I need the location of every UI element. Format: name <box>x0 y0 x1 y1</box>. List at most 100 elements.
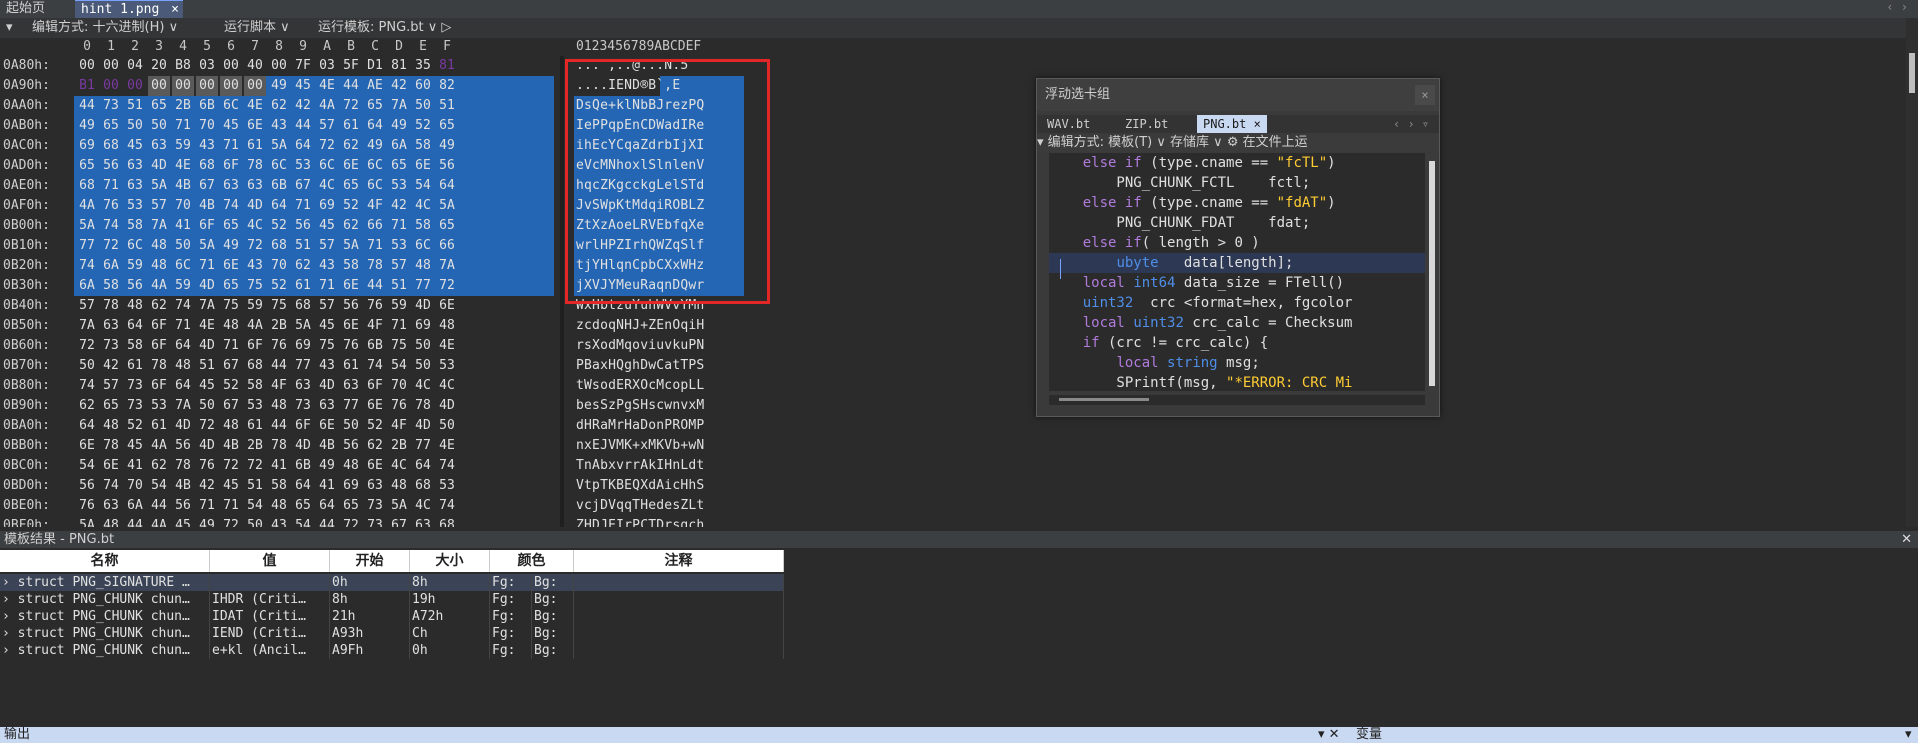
hex-byte[interactable]: 71 <box>220 496 242 516</box>
hex-byte[interactable]: 51 <box>196 356 218 376</box>
code-horizontal-scrollbar[interactable] <box>1049 395 1425 405</box>
hex-byte[interactable]: 5A <box>76 216 98 236</box>
hex-byte[interactable]: 54 <box>244 496 266 516</box>
ascii-text[interactable]: vcjDVqqTHedesZLt <box>576 496 704 516</box>
hex-byte[interactable]: 63 <box>244 176 266 196</box>
code-line[interactable]: uint32 crc <format=hex, fgcolor <box>1049 293 1425 313</box>
hex-byte[interactable]: D1 <box>364 56 386 76</box>
hex-byte[interactable]: 2B <box>172 96 194 116</box>
code-line[interactable]: local string msg; <box>1049 353 1425 373</box>
hex-byte[interactable]: 59 <box>244 296 266 316</box>
hex-byte[interactable]: 52 <box>364 416 386 436</box>
hex-byte[interactable]: 77 <box>76 236 98 256</box>
hex-byte[interactable]: 63 <box>364 476 386 496</box>
hex-byte[interactable]: 41 <box>316 476 338 496</box>
hex-byte[interactable]: 50 <box>124 116 146 136</box>
hex-byte[interactable]: 75 <box>388 336 410 356</box>
hex-byte[interactable]: 4C <box>316 176 338 196</box>
hex-row[interactable]: 0BC0h: 54 6E 41 62 78 76 72 72 41 6B 49 48 6E 4C 64 74 Tn… <box>0 456 760 476</box>
hex-byte[interactable]: 78 <box>100 296 122 316</box>
hex-byte[interactable]: 58 <box>124 216 146 236</box>
hex-byte[interactable]: 74 <box>172 296 194 316</box>
hex-byte[interactable]: 54 <box>76 456 98 476</box>
hex-byte[interactable]: 71 <box>220 336 242 356</box>
hex-byte[interactable]: 48 <box>412 256 434 276</box>
hex-byte[interactable]: 53 <box>436 356 458 376</box>
hex-byte[interactable]: 6E <box>364 456 386 476</box>
hex-byte[interactable]: 52 <box>220 376 242 396</box>
hex-byte[interactable]: 76 <box>100 196 122 216</box>
hex-byte[interactable]: 44 <box>292 116 314 136</box>
hex-byte[interactable]: 63 <box>316 396 338 416</box>
hex-byte[interactable]: 6C <box>412 236 434 256</box>
hex-byte[interactable]: 4C <box>436 376 458 396</box>
hex-byte[interactable]: 4D <box>148 156 170 176</box>
hex-byte[interactable]: 62 <box>148 296 170 316</box>
hex-byte[interactable]: 00 <box>220 56 242 76</box>
hex-byte[interactable]: 44 <box>268 356 290 376</box>
hex-byte[interactable]: 74 <box>436 456 458 476</box>
code-line[interactable]: PNG_CHUNK_FCTL fctl; <box>1049 173 1425 193</box>
hex-byte[interactable]: 77 <box>292 356 314 376</box>
hex-byte[interactable]: 56 <box>100 156 122 176</box>
hex-byte[interactable]: 64 <box>436 176 458 196</box>
hex-byte[interactable]: 4D <box>316 376 338 396</box>
hex-byte[interactable]: 45 <box>220 116 242 136</box>
hex-byte[interactable]: 65 <box>148 96 170 116</box>
hex-byte[interactable]: 78 <box>100 436 122 456</box>
hex-byte[interactable]: 65 <box>76 156 98 176</box>
hex-byte[interactable]: 45 <box>292 76 314 96</box>
hex-byte[interactable]: 53 <box>292 156 314 176</box>
hex-byte[interactable]: 41 <box>124 456 146 476</box>
hex-byte[interactable]: 48 <box>268 496 290 516</box>
hex-byte[interactable]: 73 <box>124 376 146 396</box>
hex-byte[interactable]: 4D <box>412 296 434 316</box>
hex-byte[interactable]: 65 <box>388 156 410 176</box>
hex-byte[interactable]: 50 <box>412 96 434 116</box>
tab-wav-bt[interactable]: WAV.bt <box>1041 115 1096 133</box>
scrollbar-thumb[interactable] <box>1909 53 1915 93</box>
hex-byte[interactable]: 4C <box>412 376 434 396</box>
hex-byte[interactable]: 68 <box>100 136 122 156</box>
hex-byte[interactable]: 49 <box>316 456 338 476</box>
hex-byte[interactable]: 48 <box>124 296 146 316</box>
result-row[interactable]: › struct PNG_CHUNK chun… IEND (Criti… A93h… <box>0 625 784 642</box>
hex-byte[interactable]: 4E <box>436 336 458 356</box>
hex-byte[interactable]: 57 <box>388 256 410 276</box>
hex-byte[interactable]: 4E <box>196 316 218 336</box>
hex-byte[interactable]: 71 <box>220 136 242 156</box>
hex-row[interactable]: 0BB0h: 6E 78 45 4A 56 4D 4B 2B 78 4D 4B 56 62 2B 77 4E nx… <box>0 436 760 456</box>
hex-byte[interactable]: 45 <box>124 436 146 456</box>
hex-byte[interactable]: 77 <box>340 396 362 416</box>
hex-byte[interactable]: 62 <box>148 456 170 476</box>
hex-byte[interactable]: 73 <box>364 496 386 516</box>
hex-byte[interactable]: 48 <box>172 356 194 376</box>
hex-byte[interactable]: 65 <box>100 116 122 136</box>
hex-byte[interactable]: 00 <box>196 76 218 96</box>
hex-byte[interactable]: 51 <box>292 236 314 256</box>
hex-byte[interactable]: 6E <box>316 416 338 436</box>
hex-byte[interactable]: 62 <box>364 436 386 456</box>
hex-byte[interactable]: 70 <box>124 476 146 496</box>
hex-byte[interactable]: 78 <box>268 436 290 456</box>
hex-byte[interactable]: 77 <box>412 436 434 456</box>
vertical-scrollbar[interactable] <box>1906 18 1918 527</box>
hex-byte[interactable]: 6F <box>148 316 170 336</box>
hex-byte[interactable]: 74 <box>76 256 98 276</box>
hex-byte[interactable]: 4B <box>172 176 194 196</box>
hex-byte[interactable]: 44 <box>124 516 146 527</box>
hex-byte[interactable]: 53 <box>244 396 266 416</box>
code-line[interactable]: else if (type.cname == "fdAT") <box>1049 193 1425 213</box>
hex-byte[interactable]: 58 <box>412 136 434 156</box>
hex-byte[interactable]: 67 <box>196 176 218 196</box>
hex-byte[interactable]: 72 <box>76 336 98 356</box>
hex-row[interactable]: 0BA0h: 64 48 52 61 4D 72 48 61 44 6F 6E 50 52 4F 4D 50 dH… <box>0 416 760 436</box>
collapse-icon[interactable]: ▾ <box>6 18 13 38</box>
hex-row[interactable]: 0B70h: 50 42 61 78 48 51 67 68 44 77 43 61 74 54 50 53 PB… <box>0 356 760 376</box>
hex-byte[interactable]: 65 <box>220 276 242 296</box>
hex-byte[interactable]: 2B <box>244 436 266 456</box>
scrollbar-thumb[interactable] <box>1059 398 1149 401</box>
hex-byte[interactable]: 4D <box>436 396 458 416</box>
hex-byte[interactable]: 64 <box>364 116 386 136</box>
hex-byte[interactable]: 52 <box>124 416 146 436</box>
